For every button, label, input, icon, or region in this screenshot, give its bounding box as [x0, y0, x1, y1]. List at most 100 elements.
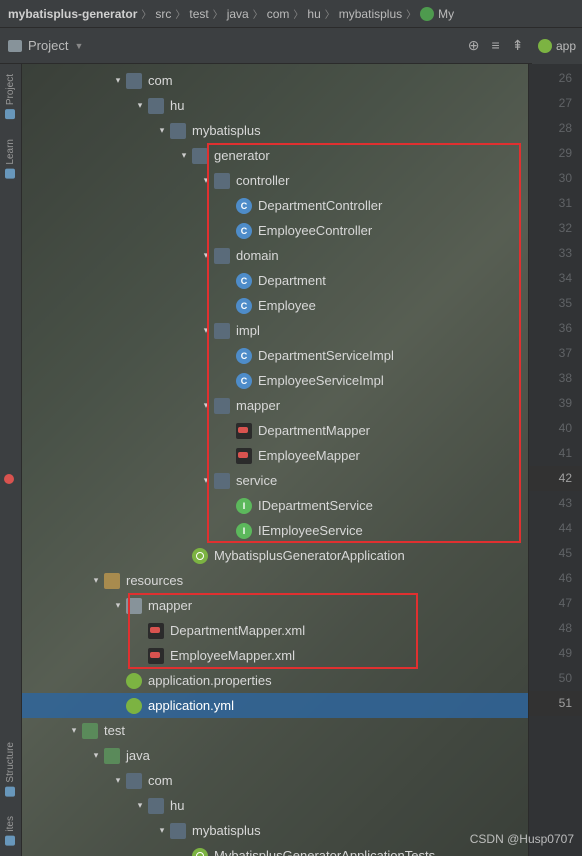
editor-tab[interactable]: app	[532, 28, 582, 64]
tree-node[interactable]: ▾generator	[22, 143, 528, 168]
breadcrumb-item[interactable]: src	[155, 7, 171, 21]
tree-node[interactable]: ▸EmployeeMapper.xml	[22, 643, 528, 668]
tab-project[interactable]: Project	[2, 64, 19, 129]
line-number[interactable]: 47	[529, 591, 582, 616]
chevron-icon[interactable]: ▾	[88, 575, 104, 586]
target-icon[interactable]: ⊕	[468, 37, 480, 54]
line-number[interactable]: 34	[529, 266, 582, 291]
chevron-icon[interactable]: ▾	[198, 250, 214, 261]
line-number[interactable]: 46	[529, 566, 582, 591]
tree-node[interactable]: ▸CEmployeeController	[22, 218, 528, 243]
left-tool-tabs: Project Learn Structure ites	[0, 64, 22, 856]
tree-node[interactable]: ▾com	[22, 768, 528, 793]
tree-node[interactable]: ▸MybatisplusGeneratorApplication	[22, 543, 528, 568]
chevron-icon[interactable]: ▾	[198, 475, 214, 486]
tree-node[interactable]: ▸CDepartmentController	[22, 193, 528, 218]
chevron-icon[interactable]: ▾	[154, 125, 170, 136]
tree-label: application.properties	[148, 673, 272, 688]
tree-node[interactable]: ▾resources	[22, 568, 528, 593]
line-number[interactable]: 28	[529, 116, 582, 141]
collapse-icon[interactable]: ⇞	[512, 37, 524, 54]
tab-favorites[interactable]: ites	[2, 806, 19, 856]
project-view-selector[interactable]: Project ▼	[8, 38, 83, 53]
breadcrumb-item[interactable]: hu	[307, 7, 320, 21]
breakpoint-icon[interactable]	[4, 474, 14, 484]
chevron-icon[interactable]: ▾	[66, 725, 82, 736]
tree-node[interactable]: ▾java	[22, 743, 528, 768]
tree-node[interactable]: ▾impl	[22, 318, 528, 343]
chevron-icon[interactable]: ▾	[132, 100, 148, 111]
line-number[interactable]: 26	[529, 66, 582, 91]
chevron-icon[interactable]: ▾	[110, 600, 126, 611]
tree-node[interactable]: ▸application.yml	[22, 693, 528, 718]
tree-node[interactable]: ▸IIEmployeeService	[22, 518, 528, 543]
tree-node[interactable]: ▸DepartmentMapper.xml	[22, 618, 528, 643]
breadcrumb-item[interactable]: mybatisplus	[339, 7, 402, 21]
tab-structure[interactable]: Structure	[2, 732, 19, 807]
line-number[interactable]: 40	[529, 416, 582, 441]
line-number[interactable]: 31	[529, 191, 582, 216]
tab-learn[interactable]: Learn	[2, 129, 19, 189]
chevron-icon[interactable]: ▾	[176, 150, 192, 161]
tree-node[interactable]: ▸CDepartmentServiceImpl	[22, 343, 528, 368]
tree-node[interactable]: ▾mapper	[22, 393, 528, 418]
line-number[interactable]: 32	[529, 216, 582, 241]
tree-node[interactable]: ▸IIDepartmentService	[22, 493, 528, 518]
line-number[interactable]: 33	[529, 241, 582, 266]
tree-node[interactable]: ▸DepartmentMapper	[22, 418, 528, 443]
tree-node[interactable]: ▾domain	[22, 243, 528, 268]
chevron-icon[interactable]: ▾	[198, 400, 214, 411]
tree-node[interactable]: ▾controller	[22, 168, 528, 193]
line-number[interactable]: 30	[529, 166, 582, 191]
line-number[interactable]: 29	[529, 141, 582, 166]
tree-node[interactable]: ▸CEmployeeServiceImpl	[22, 368, 528, 393]
pkg-icon	[126, 773, 142, 789]
line-number[interactable]: 36	[529, 316, 582, 341]
line-number[interactable]: 43	[529, 491, 582, 516]
breadcrumb-item[interactable]: com	[267, 7, 290, 21]
tree-node[interactable]: ▾com	[22, 68, 528, 93]
breadcrumb-item[interactable]: java	[227, 7, 249, 21]
line-number[interactable]: 37	[529, 341, 582, 366]
expand-icon[interactable]: ≡	[492, 37, 500, 54]
line-number[interactable]: 41	[529, 441, 582, 466]
tree-node[interactable]: ▸application.properties	[22, 668, 528, 693]
tree-node[interactable]: ▾mybatisplus	[22, 818, 528, 843]
line-number[interactable]: 50	[529, 666, 582, 691]
breadcrumb-item[interactable]: mybatisplus-generator	[8, 7, 137, 21]
chevron-icon[interactable]: ▾	[110, 75, 126, 86]
breadcrumb-item[interactable]: My	[420, 7, 454, 21]
line-number[interactable]: 27	[529, 91, 582, 116]
line-number[interactable]: 49	[529, 641, 582, 666]
tree-label: EmployeeController	[258, 223, 372, 238]
tree-node[interactable]: ▾hu	[22, 793, 528, 818]
tree-node[interactable]: ▸EmployeeMapper	[22, 443, 528, 468]
chevron-icon[interactable]: ▾	[110, 775, 126, 786]
tree-node[interactable]: ▸CEmployee	[22, 293, 528, 318]
chevron-icon[interactable]: ▾	[88, 750, 104, 761]
tree-node[interactable]: ▾mapper	[22, 593, 528, 618]
line-number[interactable]: 44	[529, 516, 582, 541]
tree-node[interactable]: ▾service	[22, 468, 528, 493]
line-number[interactable]: 35	[529, 291, 582, 316]
testfolder-icon	[82, 723, 98, 739]
line-number[interactable]: 48	[529, 616, 582, 641]
tree-node[interactable]: ▾mybatisplus	[22, 118, 528, 143]
tree-node[interactable]: ▾hu	[22, 93, 528, 118]
tree-node[interactable]: ▾test	[22, 718, 528, 743]
line-number[interactable]: 38	[529, 366, 582, 391]
chevron-icon[interactable]: ▾	[154, 825, 170, 836]
res-icon	[104, 573, 120, 589]
chevron-icon[interactable]: ▾	[198, 325, 214, 336]
chevron-icon[interactable]: ▾	[132, 800, 148, 811]
line-number[interactable]: 42	[529, 466, 582, 491]
line-number[interactable]: 45	[529, 541, 582, 566]
line-number[interactable]: 39	[529, 391, 582, 416]
line-number[interactable]: 51	[529, 691, 582, 716]
xml-icon	[236, 423, 252, 439]
chevron-icon[interactable]: ▾	[198, 175, 214, 186]
pkg-icon	[214, 323, 230, 339]
tree-node[interactable]: ▸CDepartment	[22, 268, 528, 293]
breadcrumb-item[interactable]: test	[189, 7, 208, 21]
tree-node[interactable]: ▸MybatisplusGeneratorApplicationTests	[22, 843, 528, 856]
